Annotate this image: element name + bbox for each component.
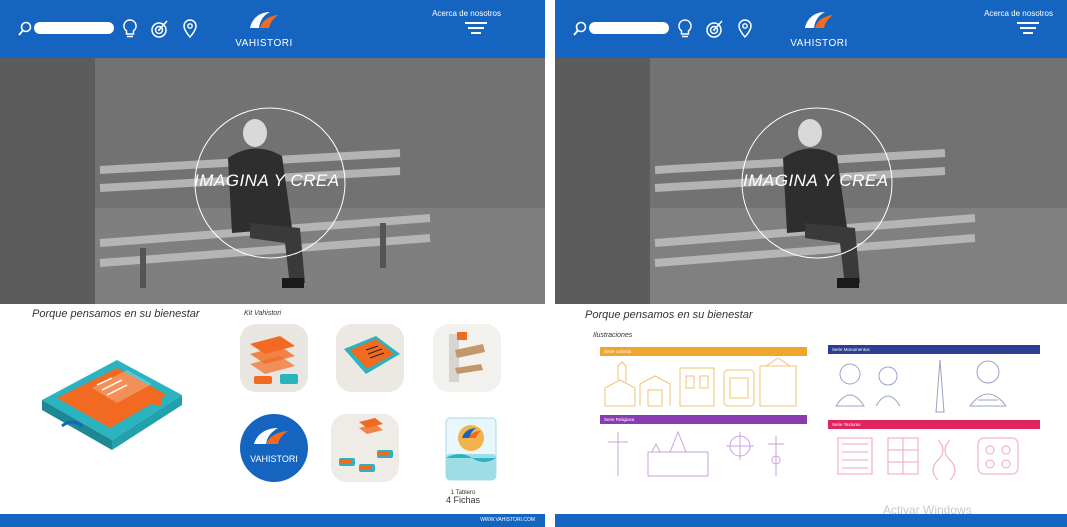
kit-tile-2[interactable] bbox=[336, 324, 404, 392]
kit-tile-1[interactable] bbox=[240, 324, 308, 392]
brand-logo[interactable]: VAHISTORI bbox=[224, 8, 304, 49]
search-icon bbox=[18, 21, 32, 36]
about-us-link[interactable]: Acerca de nosotros bbox=[432, 9, 501, 37]
series-header-texturas[interactable]: Serie Texturas bbox=[828, 420, 1040, 429]
monumentos-illustrations[interactable] bbox=[828, 356, 1040, 414]
logo-mark-icon bbox=[805, 12, 833, 28]
hero-tagline: IMAGINA Y CREA bbox=[194, 171, 340, 190]
footer-bar bbox=[555, 514, 1067, 527]
series-header-religiosa[interactable]: Serie Religiosa bbox=[600, 415, 807, 424]
series-header-monumentos[interactable]: Serie Monumentos bbox=[828, 345, 1040, 354]
target-icon[interactable] bbox=[150, 18, 170, 40]
kit-title: Kit Vahistori bbox=[244, 310, 282, 317]
menu-icon[interactable] bbox=[465, 22, 487, 34]
section-title: Porque pensamos en su bienestar bbox=[32, 308, 200, 320]
footer-url[interactable]: WWW.VAHISTORI.COM bbox=[480, 517, 535, 523]
about-us-label[interactable]: Acerca de nosotros bbox=[984, 9, 1053, 18]
lightbulb-icon[interactable] bbox=[120, 18, 140, 40]
hero-image: IMAGINA Y CREA bbox=[0, 58, 545, 304]
location-pin-icon[interactable] bbox=[735, 18, 755, 40]
colonial-illustrations[interactable] bbox=[600, 358, 807, 410]
search-icon bbox=[573, 21, 587, 36]
brand-logo[interactable]: VAHISTORI bbox=[779, 8, 859, 49]
footer-bar: WWW.VAHISTORI.COM bbox=[0, 514, 545, 527]
search-input[interactable] bbox=[34, 22, 114, 34]
search-box[interactable] bbox=[18, 21, 114, 36]
hero-tagline: IMAGINA Y CREA bbox=[743, 171, 889, 190]
kit-tile-logo[interactable]: VAHISTORI bbox=[240, 414, 308, 482]
board-game-product-image[interactable] bbox=[32, 340, 192, 455]
kit-tile-5[interactable] bbox=[331, 414, 399, 482]
search-box[interactable] bbox=[573, 21, 669, 36]
kit-tile-3[interactable] bbox=[433, 324, 501, 392]
texturas-illustrations[interactable] bbox=[828, 432, 1040, 482]
section-title: Porque pensamos en su bienestar bbox=[585, 309, 753, 321]
kit-contents-label: 1 Tablero 4 Fichas bbox=[446, 490, 481, 505]
target-icon[interactable] bbox=[705, 18, 725, 40]
logo-mark-icon bbox=[250, 12, 278, 28]
about-us-link[interactable]: Acerca de nosotros bbox=[984, 9, 1053, 37]
hero-image: IMAGINA Y CREA bbox=[555, 58, 1067, 304]
packaging-bag[interactable] bbox=[442, 414, 500, 484]
about-us-label[interactable]: Acerca de nosotros bbox=[432, 9, 501, 18]
series-header-colonial[interactable]: Serie colonial bbox=[600, 347, 807, 356]
header-bar: VAHISTORI Acerca de nosotros bbox=[555, 0, 1067, 58]
header-bar: VAHISTORI Acerca de nosotros bbox=[0, 0, 545, 58]
religiosa-illustrations[interactable] bbox=[600, 426, 807, 480]
illustrations-title: Ilustraciones bbox=[593, 332, 633, 339]
search-input[interactable] bbox=[589, 22, 669, 34]
logo-text: VAHISTORI bbox=[790, 38, 848, 49]
menu-icon[interactable] bbox=[1017, 22, 1039, 34]
lightbulb-icon[interactable] bbox=[675, 18, 695, 40]
tile-logo-text: VAHISTORI bbox=[250, 454, 298, 464]
page-panel-right: VAHISTORI Acerca de nosotros IMAGINA Y C… bbox=[555, 0, 1067, 527]
page-panel-left: VAHISTORI Acerca de nosotros IMAGINA Y C… bbox=[0, 0, 545, 527]
kit-contents-line2: 4 Fichas bbox=[446, 495, 481, 505]
logo-text: VAHISTORI bbox=[235, 38, 293, 49]
location-pin-icon[interactable] bbox=[180, 18, 200, 40]
